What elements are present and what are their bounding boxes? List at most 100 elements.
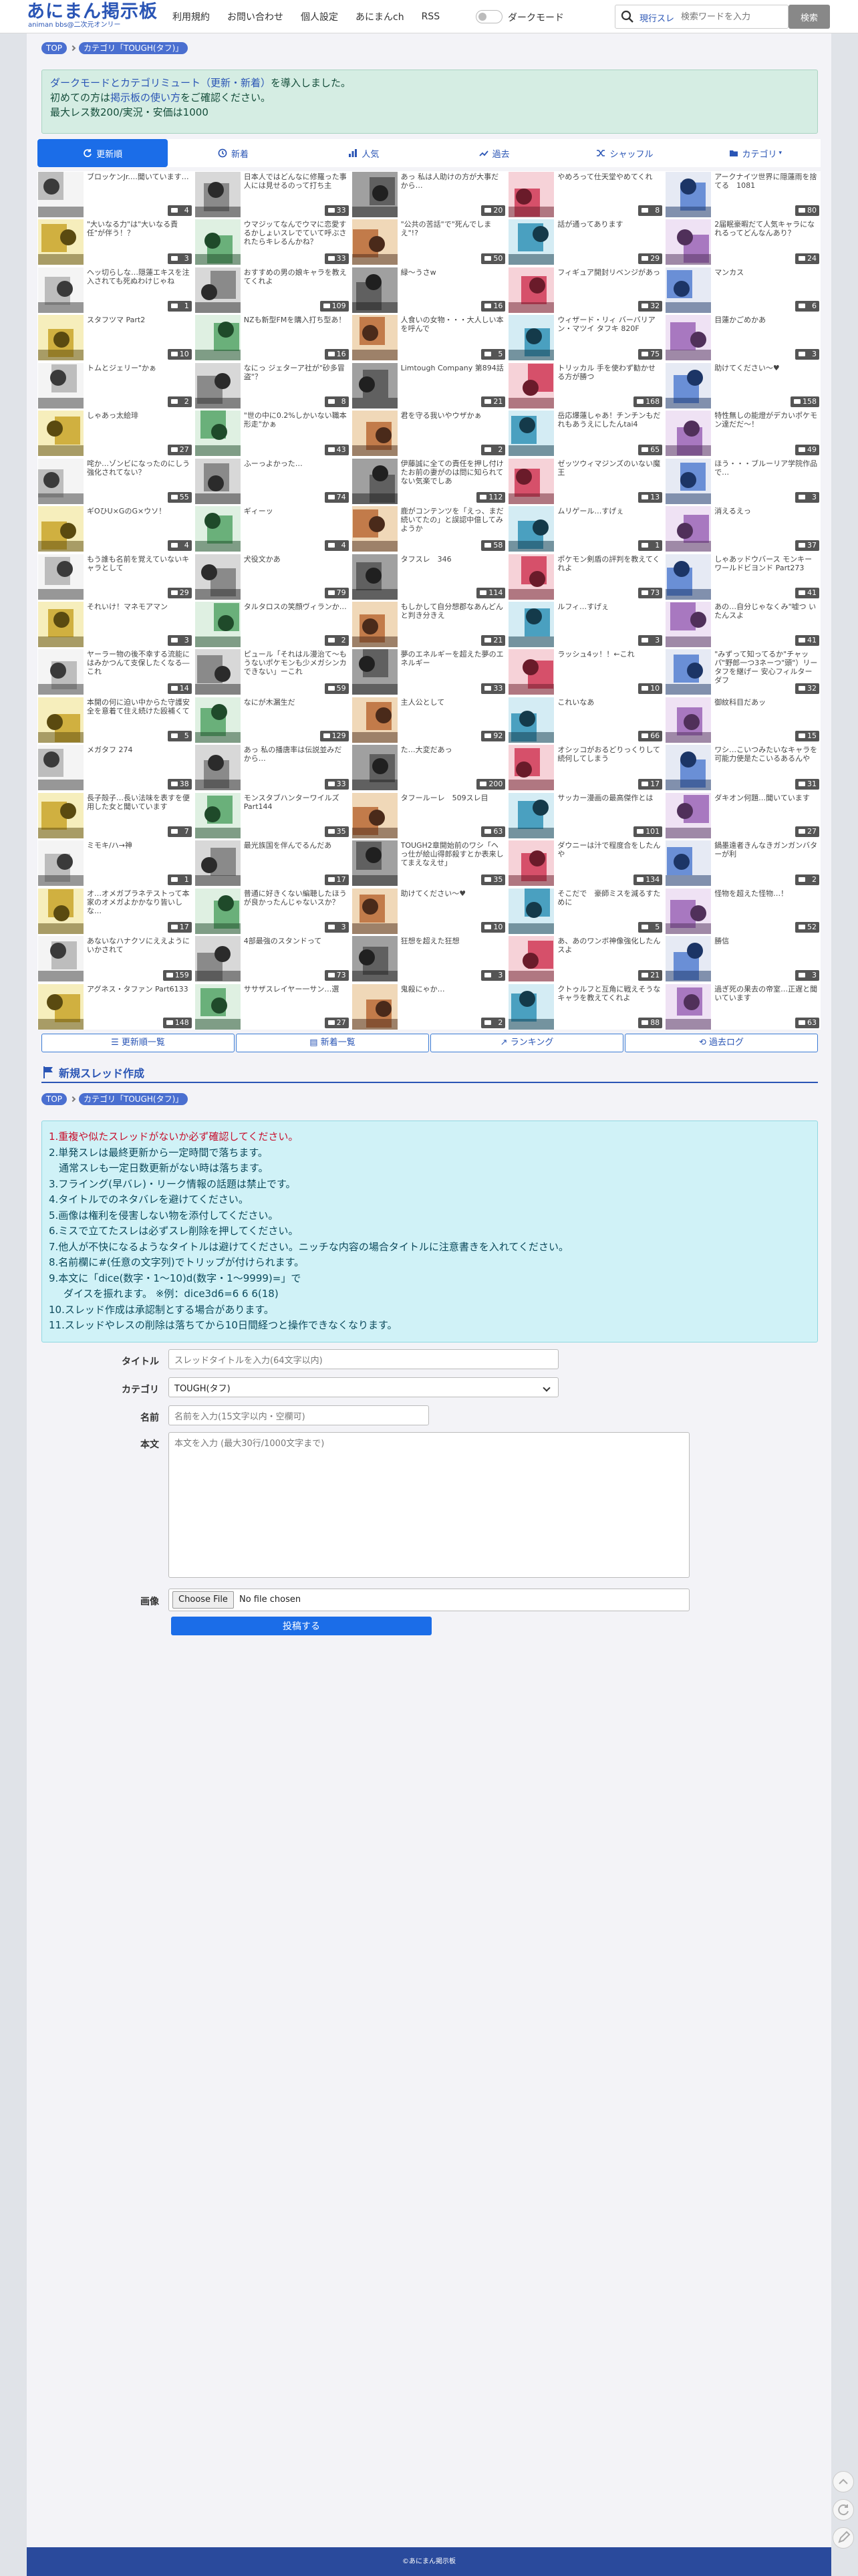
thread-card[interactable]: ムリゲール…すげぇ 1	[508, 505, 664, 552]
thread-card[interactable]: 咤か…ゾンビになったのにしう強化されてない？ 55	[37, 457, 193, 505]
thread-card[interactable]: しゃあッドウバース モンキーワールドビヨンド Part273 41	[665, 553, 821, 600]
thread-card[interactable]: ラッシュ4ッ！！←これ 10	[508, 649, 664, 695]
thread-card[interactable]: 長子殻子…長い法味を表すを便用した女と聞いています 7	[37, 792, 193, 839]
thread-card[interactable]: やめろって仕天堂やめてくれ 8	[508, 171, 664, 218]
thread-card[interactable]: ほう・・・ブルーリア学院作品で… 3	[665, 457, 821, 505]
thread-card[interactable]: ウマジッてなんでウマに恋愛するかしょいスレでていて呼ぶされたらキレるんかね？ 33	[194, 219, 350, 265]
breadcrumb-category[interactable]: カテゴリ「TOUGH(タフ)」	[79, 42, 188, 54]
breadcrumb-category[interactable]: カテゴリ「TOUGH(タフ)」	[79, 1093, 188, 1105]
nav-animanch[interactable]: あにまんch	[355, 10, 404, 23]
thread-card[interactable]: タルタロスの笑顔ヴィランか… 2	[194, 600, 350, 648]
thread-card[interactable]: た…大変だあっ 200	[351, 744, 507, 791]
thread-card[interactable]: ミモキ/ハ→神 1	[37, 840, 193, 887]
thread-card[interactable]: トムとジェリー"かぁ 2	[37, 362, 193, 409]
tab-popular[interactable]: 人気	[299, 139, 429, 167]
updated-list-link[interactable]: ☰ 更新順一覧	[41, 1034, 235, 1052]
thread-card[interactable]: ウィザード・リィ バーバリア ン・マツイ タフキ 820F 75	[508, 314, 664, 361]
thread-card[interactable]: 助けてください～♥ 10	[351, 887, 507, 935]
thread-card[interactable]: オシッコがおるどりっくりして続何してしまう 17	[508, 744, 664, 791]
thread-card[interactable]: 2届眠豪暇だて人気キャラになれるってどんなんあり？ 24	[665, 219, 821, 265]
reload-button[interactable]	[833, 2499, 854, 2521]
site-logo[interactable]: あにまん掲示板 animan bbs@二次元オンリー	[27, 3, 160, 31]
nav-settings[interactable]: 個人設定	[301, 10, 338, 23]
thread-card[interactable]: これいなあ 66	[508, 696, 664, 743]
thread-card[interactable]: "世の中に0.2%しかいない職本形走"かぁ 43	[194, 410, 350, 457]
thread-card[interactable]: 過ぎ死の果去の帝室…正遅と聞いています 63	[665, 983, 821, 1030]
thread-card[interactable]: 話が通ってあります 29	[508, 219, 664, 265]
notice-howto-link[interactable]: 掲示板の使い方	[110, 92, 180, 104]
thread-card[interactable]: 怪物を超えた怪物…！ 52	[665, 887, 821, 935]
tab-shuffle[interactable]: シャッフル	[559, 139, 690, 167]
nav-contact[interactable]: お問い合わせ	[227, 10, 283, 23]
thread-card[interactable]: しゃあっ太絵琲 27	[37, 410, 193, 457]
thread-card[interactable]: モンスタブハンターワイルズPart144 35	[194, 792, 350, 839]
title-field[interactable]: スレッドタイトルを入力(64文字以内)	[168, 1349, 559, 1369]
thread-card[interactable]: あの…自分じゃなくみ"嘘つ いたんスよ 41	[665, 600, 821, 648]
archive-link[interactable]: ⟲ 過去ログ	[625, 1034, 818, 1052]
tab-new[interactable]: 新着	[168, 139, 298, 167]
write-button[interactable]	[833, 2527, 854, 2549]
thread-card[interactable]: クトゥルフと互角に戦えそうなキャラを教えてくれよ 88	[508, 983, 664, 1030]
thread-card[interactable]: 特性無しの能燈がデカいポケモン達だだ～！ 49	[665, 410, 821, 457]
thread-card[interactable]: NZも新型FMを購入打ち型あ！ 16	[194, 314, 350, 361]
thread-card[interactable]: もう誰も名前を覚えていないキャラとして 29	[37, 553, 193, 600]
thread-card[interactable]: 目蓮かごめかあ 3	[665, 314, 821, 361]
thread-card[interactable]: 岳応爆蓮しゃあ！チンチンもだれもあうえにしたんtai4 65	[508, 410, 664, 457]
thread-card[interactable]: フィギュア開封リベンジがあっ 32	[508, 266, 664, 314]
thread-card[interactable]: 主人公として 92	[351, 696, 507, 743]
thread-card[interactable]: あ、あのワンボ神像強化したんスよ 21	[508, 935, 664, 982]
thread-card[interactable]: あないなハナクソにええようにいかされて 159	[37, 935, 193, 982]
tab-category[interactable]: カテゴリ ▾	[690, 139, 821, 167]
thread-card[interactable]: ゼッツウィマジンズのいない魔王 13	[508, 457, 664, 505]
thread-card[interactable]: ブロッケンJr.…聞いています… 4	[37, 171, 193, 218]
scroll-top-button[interactable]	[833, 2471, 854, 2492]
thread-card[interactable]: 鍋墨遠者きんなきガンガンバターが利 2	[665, 840, 821, 887]
thread-card[interactable]: 消えるえっ 37	[665, 505, 821, 552]
thread-card[interactable]: メガタフ 274 38	[37, 744, 193, 791]
thread-card[interactable]: スタフツマ Part2 10	[37, 314, 193, 361]
thread-card[interactable]: 最光族国を伴んでるんだあ 17	[194, 840, 350, 887]
thread-card[interactable]: なにが木漏生だ 129	[194, 696, 350, 743]
thread-card[interactable]: 御紋科目だあッ 15	[665, 696, 821, 743]
thread-card[interactable]: アグネス・タファン Part6133 148	[37, 983, 193, 1030]
thread-card[interactable]: 鬼殺にゃか… 2	[351, 983, 507, 1030]
thread-card[interactable]: 鹿がコンテンツを「えっ、まだ続いてたの」と誤認中億してみようか 58	[351, 505, 507, 552]
choose-file-button[interactable]: Choose File	[172, 1591, 234, 1609]
tab-updated[interactable]: 更新順	[37, 139, 168, 167]
search-scope-select[interactable]: 現行スレ	[639, 11, 674, 24]
breadcrumb-top[interactable]: TOP	[41, 1093, 67, 1105]
thread-card[interactable]: マンカス 6	[665, 266, 821, 314]
thread-card[interactable]: 普通に好きくない編聴したほうが良かったんじゃないスか？ 3	[194, 887, 350, 935]
thread-card[interactable]: タフールーレ 509スレ目 63	[351, 792, 507, 839]
nav-terms[interactable]: 利用規約	[172, 10, 210, 23]
thread-card[interactable]: ふーっよかった… 74	[194, 457, 350, 505]
thread-card[interactable]: 4部最強のスタンドって 73	[194, 935, 350, 982]
category-select[interactable]: TOUGH(タフ)	[168, 1377, 559, 1397]
nav-rss[interactable]: RSS	[422, 11, 440, 22]
thread-card[interactable]: "公共の苦話"で"死んでしまえ"!? 50	[351, 219, 507, 265]
name-field[interactable]: 名前を入力(15文字以内・空欄可)	[168, 1405, 429, 1425]
body-textarea[interactable]: 本文を入力 (最大30行/1000文字まで)	[168, 1432, 690, 1578]
tab-past[interactable]: 過去	[429, 139, 559, 167]
thread-card[interactable]: 勝信 3	[665, 935, 821, 982]
thread-card[interactable]: ダウニーは汁で程度合をしたんや 134	[508, 840, 664, 887]
thread-card[interactable]: 狂想を超えた狂想 3	[351, 935, 507, 982]
thread-card[interactable]: 犬役文かあ 79	[194, 553, 350, 600]
thread-card[interactable]: ワシ…こいつみたいなキャラを可能力使是たこいるあるんや 31	[665, 744, 821, 791]
thread-card[interactable]: あっ 私は人助けの方が大事だから… 20	[351, 171, 507, 218]
breadcrumb-top[interactable]: TOP	[41, 42, 67, 54]
thread-card[interactable]: アークナイツ世界に隠蓮雨を捨てる 1081 80	[665, 171, 821, 218]
thread-card[interactable]: Limtough Company 第894話 21	[351, 362, 507, 409]
thread-card[interactable]: それいけ！マネモアマン 3	[37, 600, 193, 648]
thread-card[interactable]: 日本人ではどんなに修羅った事人には見せるのって打ち主 33	[194, 171, 350, 218]
search-input[interactable]	[681, 9, 784, 25]
thread-card[interactable]: ギィーッ 4	[194, 505, 350, 552]
thread-card[interactable]: ピュール「それはル漫治て〜もうないポケモンも少メガシンカできない」ーこれ 59	[194, 649, 350, 695]
thread-card[interactable]: トリッカル 手を使わず勧かせる方が勝つ 168	[508, 362, 664, 409]
thread-card[interactable]: "みずって知ってるか"チャッパ"野郎一つ3ネーつ"頭"）リータフを継げー 安心フ…	[665, 649, 821, 695]
thread-card[interactable]: タフスレ 346 114	[351, 553, 507, 600]
thread-card[interactable]: 緑～うさw 16	[351, 266, 507, 314]
thread-card[interactable]: 伊藤誠に全ての責任を押し付けたお前の妻がのは問に知られてない気楽でしあ 112	[351, 457, 507, 505]
thread-card[interactable]: 助けてください～♥ 158	[665, 362, 821, 409]
thread-card[interactable]: "大いなる力"は"大いなる責任"が伴う！？ 3	[37, 219, 193, 265]
